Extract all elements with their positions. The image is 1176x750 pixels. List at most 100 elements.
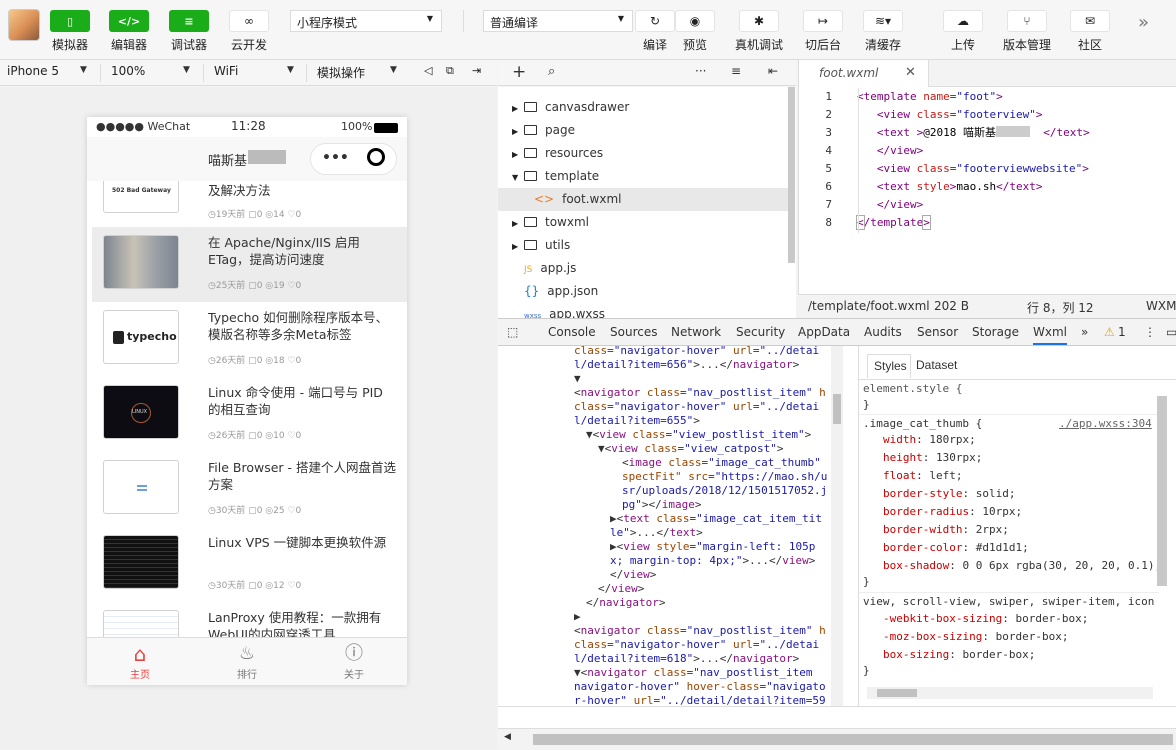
tab-network[interactable]: Network [671,325,721,339]
tab-sources[interactable]: Sources [610,325,657,339]
dock-icon[interactable]: ⇥ [472,64,481,77]
tab-console[interactable]: Console [548,325,596,339]
tree-item-utils[interactable]: ▶ utils [498,234,788,257]
compile-select-value: 普通编译 [490,16,539,30]
list-item[interactable]: LanProxy 使用教程：一款拥有WebUI的内网穿透工具 [87,602,407,637]
folder-icon [524,148,537,158]
list-item[interactable]: Linux VPS 一键脚本更换软件源 ◷30天前 ▢0 ◎12 ♡0 [87,527,407,602]
tab-foot-wxml[interactable]: foot.wxml ✕ [799,60,929,87]
more-dots-icon[interactable]: ••• [322,150,349,166]
list-item[interactable]: File Browser - 搭建个人网盘首选方案 ◷30天前 ▢0 ◎25 ♡… [87,452,407,527]
list-item[interactable]: LINUX Linux 命令使用 - 端口号与 PID 的相互查询 ◷26天前 … [87,377,407,452]
tree-item-app-js[interactable]: JS app.js [498,257,788,280]
community-button[interactable]: ✉ [1070,10,1110,32]
post-meta: ◷19天前 ▢0 ◎14 ♡0 [208,210,302,220]
language-mode[interactable]: WXM [1146,299,1176,313]
blurred-text [248,150,286,164]
tree-item-towxml[interactable]: ▶ towxml [498,211,788,234]
tab-appdata[interactable]: AppData [798,325,850,339]
volume-icon[interactable]: ◁ [424,64,432,77]
tab-ranking[interactable]: ♨ 排行 [194,642,300,681]
tree-item-foot-wxml[interactable]: <> foot.wxml [498,188,788,211]
close-mini-program-icon[interactable] [367,148,385,166]
typecho-logo-icon [113,331,124,344]
editor-toggle-button[interactable]: </> [109,10,149,32]
compile-button[interactable]: ↻ [635,10,675,32]
list-item[interactable]: 在 Apache/Nginx/IIS 启用ETag，提高访问速度 ◷25天前 ▢… [92,227,407,302]
operation-select[interactable]: 模拟操作 [317,64,365,81]
tree-item-template[interactable]: ▼ template [498,165,788,188]
clear-cache-button[interactable]: ≋▾ [863,10,903,32]
home-icon: ⌂ [133,642,147,666]
avatar[interactable] [8,9,40,41]
device-select[interactable]: iPhone 5 [7,64,59,78]
tab-audits[interactable]: Audits [864,325,902,339]
chat-icon: ✉ [1084,14,1096,28]
tree-item-app-json[interactable]: {} app.json [498,280,788,303]
file-tree: ▶ canvasdrawer ▶ page ▶ resources ▼ template… [498,87,796,318]
chevron-left-icon[interactable]: ◀ [504,732,511,742]
scrollbar-thumb[interactable] [1157,396,1167,586]
tab-sensor[interactable]: Sensor [917,325,958,339]
simulator-toggle-button[interactable]: ▯ [50,10,90,32]
warning-icon[interactable]: ⚠ [1104,325,1115,339]
tab-wxml[interactable]: Wxml [1033,325,1067,345]
sort-icon[interactable]: ≡ [731,64,741,78]
debugger-toggle-button[interactable]: ≡ [169,10,209,32]
refresh-icon: ↻ [649,14,661,28]
compile-select[interactable]: 普通编译 ▼ [483,10,633,32]
scrollbar-thumb[interactable] [833,394,841,424]
preview-button[interactable]: ◉ [675,10,715,32]
version-label: 版本管理 [1003,38,1052,52]
tab-about[interactable]: ⓘ 关于 [301,642,407,681]
menu-icon[interactable]: ⋮ [1144,325,1156,339]
mode-select[interactable]: 小程序模式 ▼ [290,10,442,32]
more-icon[interactable]: » [1138,12,1149,33]
scrollbar-thumb[interactable] [877,689,917,697]
remote-debug-button[interactable]: ✱ [739,10,779,32]
simulator-label: 模拟器 [52,38,89,52]
tree-item-resources[interactable]: ▶ resources [498,142,788,165]
inspect-icon[interactable]: ⬚ [507,325,518,339]
horizontal-scrollbar[interactable]: ◀ [498,728,1176,750]
post-title: Linux VPS 一键脚本更换软件源 [208,535,387,550]
list-item[interactable]: 502 Bad Gateway 及解决方法 ◷19天前 ▢0 ◎14 ♡0 [87,181,407,226]
dock-icon[interactable]: ▭ [1166,325,1176,339]
add-icon[interactable]: + [512,62,526,82]
cloud-dev-button[interactable]: ∞ [229,10,269,32]
wxml-tree[interactable]: class="navigator-hover" url="../detai l/… [498,346,843,706]
editor-label: 编辑器 [111,38,148,52]
version-button[interactable]: ⑂ [1007,10,1047,32]
network-select[interactable]: WiFi [214,64,238,78]
background-button[interactable]: ↦ [803,10,843,32]
collapse-icon[interactable]: ⇤ [768,64,778,78]
console-input[interactable] [498,706,1176,728]
more-tabs-icon[interactable]: » [1081,325,1088,339]
capsule-menu[interactable]: ••• [310,143,397,175]
scrollbar-thumb[interactable] [533,734,1173,745]
search-icon[interactable]: ⌕ [548,64,555,79]
window-icon[interactable]: ⧉ [446,64,454,78]
upload-button[interactable]: ☁ [943,10,983,32]
post-thumbnail: typecho [103,310,179,364]
code-icon: </> [117,14,141,28]
clear-cache-label: 清缓存 [865,38,902,52]
file-size: 202 B [934,299,969,313]
more-icon[interactable]: ··· [695,64,706,78]
tree-item-canvasdrawer[interactable]: ▶ canvasdrawer [498,96,788,119]
tab-storage[interactable]: Storage [972,325,1019,339]
style-source-link[interactable]: ./app.wxss:304 [1059,415,1152,433]
tree-item-page[interactable]: ▶ page [498,119,788,142]
zoom-select[interactable]: 100% [111,64,145,78]
tab-styles[interactable]: Styles [867,354,911,378]
tab-security[interactable]: Security [736,325,785,339]
scrollbar[interactable] [788,87,795,263]
tab-dataset[interactable]: Dataset [916,358,957,372]
list-item[interactable]: typecho Typecho 如何删除程序版本号、模版名称等多余Meta标签 … [87,302,407,377]
tab-home[interactable]: ⌂ 主页 [87,642,193,681]
main-toolbar: ▯ 模拟器 </> 编辑器 ≡ 调试器 ∞ 云开发 小程序模式 ▼ 普通编译 ▼… [0,0,1176,60]
preview-label: 预览 [683,38,708,52]
code-content[interactable]: 1 <template name="foot"> 2 <view class="f… [799,88,1176,232]
close-icon[interactable]: ✕ [905,65,916,80]
tree-item-app-wxss[interactable]: wxss app.wxss [498,303,788,318]
